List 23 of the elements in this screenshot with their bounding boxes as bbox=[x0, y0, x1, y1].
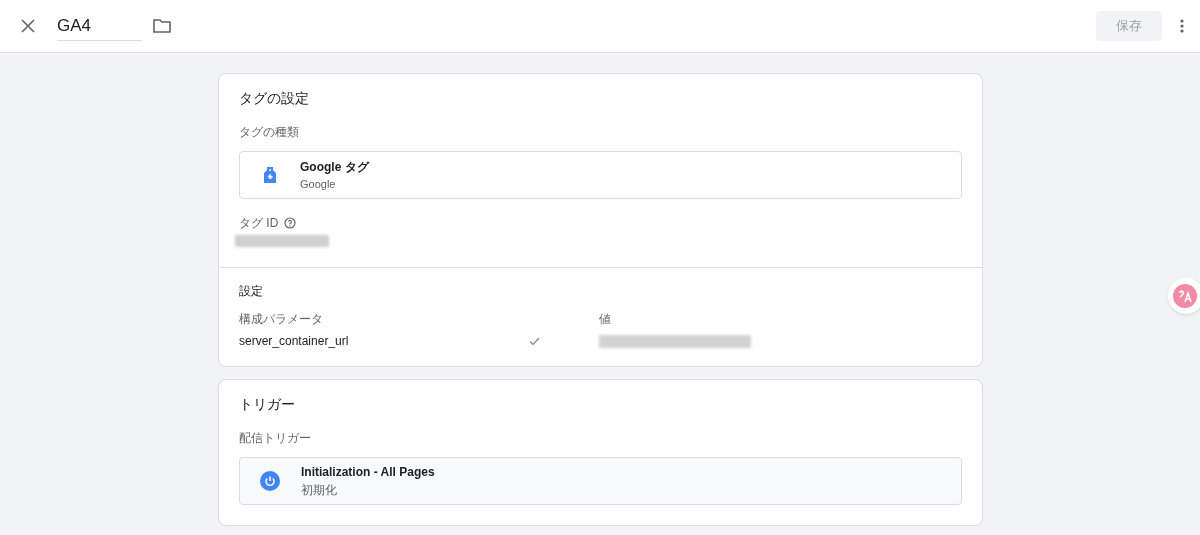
translate-icon bbox=[1173, 284, 1197, 308]
section-heading: 設定 bbox=[239, 283, 264, 300]
parameter-name: server_container_url bbox=[239, 333, 350, 350]
field-label: 配信トリガー bbox=[239, 430, 312, 447]
power-icon bbox=[260, 471, 280, 491]
column-header: 構成パラメータ bbox=[239, 311, 324, 328]
help-icon[interactable] bbox=[284, 217, 297, 229]
card-heading: タグの設定 bbox=[239, 89, 310, 108]
tag-vendor: Google bbox=[300, 176, 337, 192]
folder-icon[interactable] bbox=[153, 19, 171, 33]
name-field[interactable]: GA4 bbox=[57, 11, 142, 41]
field-label: タグの種類 bbox=[239, 124, 300, 141]
tag-icon bbox=[263, 166, 277, 184]
trigger-card[interactable]: Initialization - All Pages 初期化 bbox=[239, 457, 962, 505]
trigger-name: Initialization - All Pages bbox=[301, 464, 435, 481]
trigger-type: 初期化 bbox=[301, 482, 338, 499]
column-header: 値 bbox=[599, 311, 612, 328]
tag-type-card[interactable]: Google タグ Google bbox=[239, 151, 962, 199]
more-icon[interactable] bbox=[1180, 19, 1184, 33]
close-icon bbox=[21, 19, 35, 33]
card-heading: トリガー bbox=[239, 395, 296, 414]
field-label: タグ ID bbox=[239, 215, 279, 232]
tag-type-name: Google タグ bbox=[300, 158, 369, 176]
